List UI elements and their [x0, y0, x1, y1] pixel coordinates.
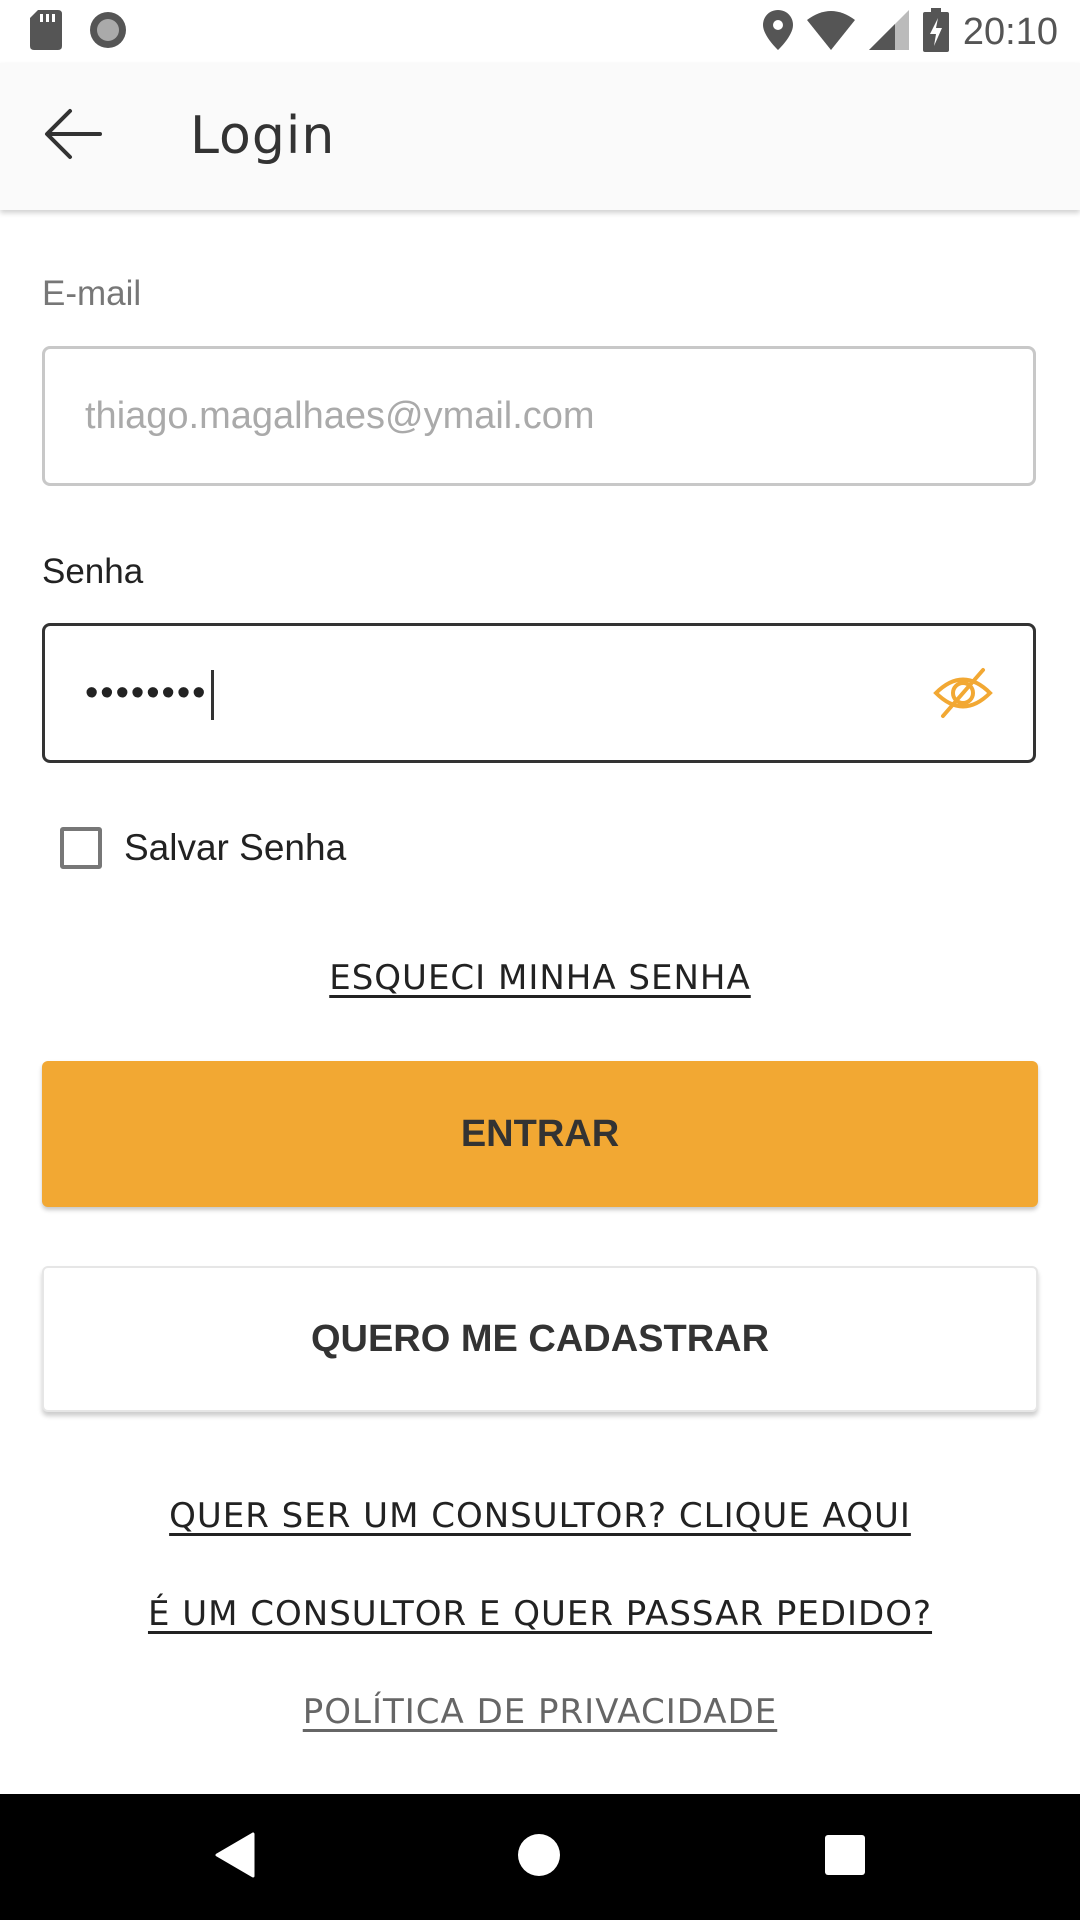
email-field[interactable]: thiago.magalhaes@ymail.com [42, 346, 1036, 486]
nav-recents-icon [824, 1834, 866, 1881]
signal-icon [868, 9, 909, 55]
status-time: 20:10 [962, 10, 1058, 53]
consultant-order-link[interactable]: É UM CONSULTOR E QUER PASSAR PEDIDO? [0, 1594, 1080, 1634]
register-button[interactable]: QUERO ME CADASTRAR [42, 1266, 1038, 1412]
forgot-password-link[interactable]: ESQUECI MINHA SENHA [0, 958, 1080, 998]
arrow-back-icon [44, 108, 102, 165]
sd-card-icon [30, 9, 62, 55]
login-button[interactable]: ENTRAR [42, 1061, 1038, 1207]
back-button[interactable] [40, 103, 106, 169]
system-nav-bar [0, 1794, 1080, 1920]
wifi-icon [806, 10, 855, 55]
status-bar: 20:10 [0, 0, 1080, 63]
page-title: Login [190, 106, 336, 166]
nav-home-icon [516, 1832, 562, 1883]
nav-back-icon [215, 1832, 255, 1883]
battery-charging-icon [922, 7, 949, 57]
location-icon [762, 9, 793, 55]
save-password-checkbox[interactable] [60, 827, 102, 869]
password-field[interactable]: •••••••• [42, 623, 1036, 763]
visibility-off-icon[interactable] [933, 666, 993, 720]
sync-icon [88, 10, 128, 55]
privacy-policy-link[interactable]: POLÍTICA DE PRIVACIDADE [0, 1692, 1080, 1732]
email-label: E-mail [42, 274, 142, 313]
become-consultant-link[interactable]: QUER SER UM CONSULTOR? CLIQUE AQUI [0, 1496, 1080, 1536]
text-cursor [211, 669, 215, 720]
nav-back-button[interactable] [212, 1832, 258, 1883]
nav-home-button[interactable] [516, 1832, 562, 1883]
nav-recents-button[interactable] [822, 1834, 868, 1880]
app-bar: Login [0, 63, 1080, 210]
save-password-row[interactable]: Salvar Senha [60, 824, 346, 872]
email-placeholder: thiago.magalhaes@ymail.com [85, 395, 595, 437]
save-password-label: Salvar Senha [124, 827, 347, 868]
password-value-wrap: •••••••• [85, 626, 215, 760]
password-value: •••••••• [85, 672, 208, 714]
password-label: Senha [42, 552, 144, 591]
